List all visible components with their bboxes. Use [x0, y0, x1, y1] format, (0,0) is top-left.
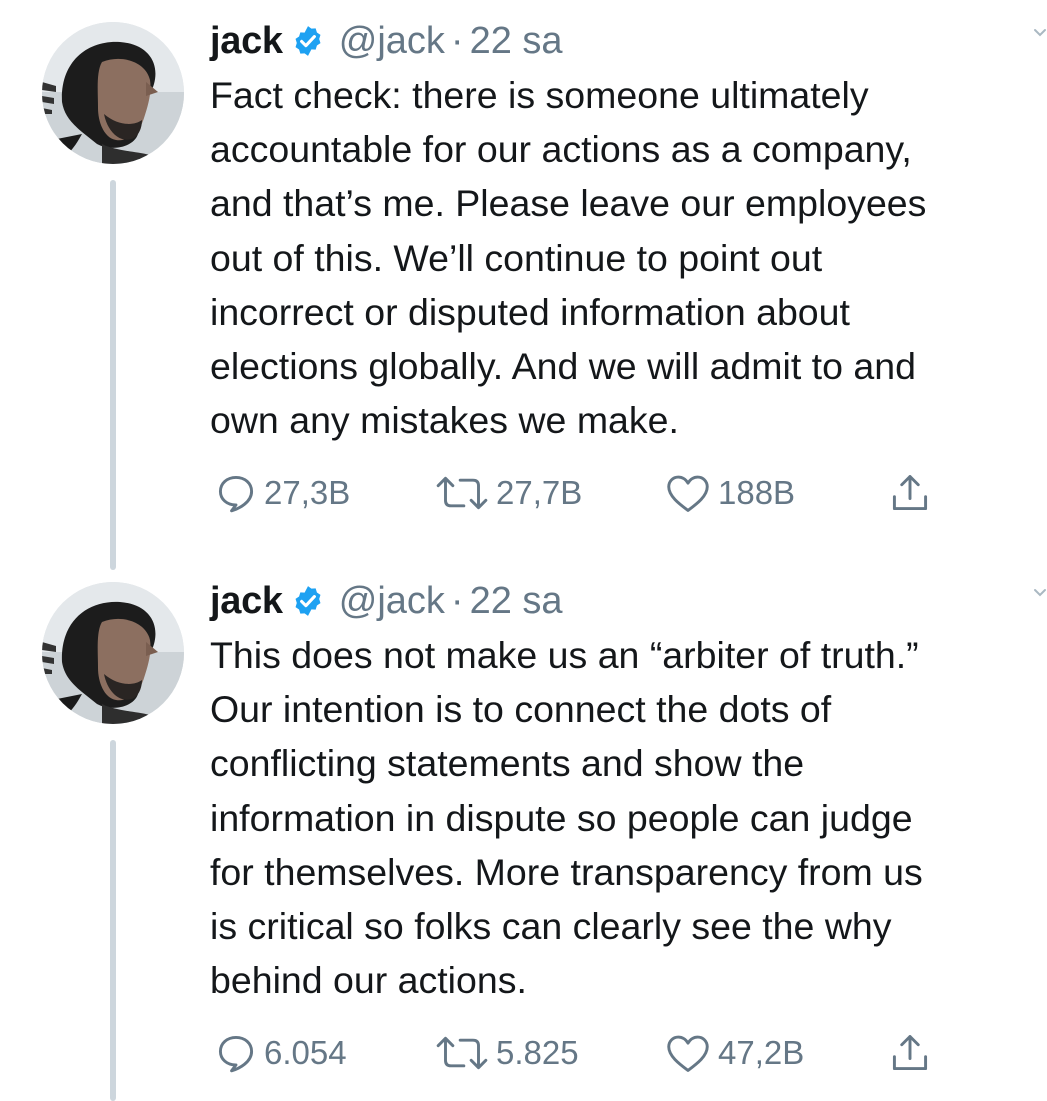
retweet-button[interactable]: 5.825 — [434, 1028, 579, 1078]
like-count: 47,2B — [718, 1034, 805, 1071]
retweet-button[interactable]: 27,7B — [434, 468, 582, 518]
tweet-1[interactable]: jack @jack · 22 sa Fact check: there is … — [0, 0, 1047, 570]
share-upload-icon — [892, 1035, 928, 1071]
tweet-2[interactable]: jack @jack · 22 sa This does not make us… — [0, 560, 1047, 1101]
tweet-text-line: conflicting statements and show the — [210, 742, 805, 785]
avatar-photo — [42, 22, 184, 164]
avatar-photo — [42, 582, 184, 724]
tweet-actions: 27,3B 27,7B 188B — [210, 468, 970, 518]
handle[interactable]: @jack — [339, 580, 445, 623]
tweet-text-line: behind our actions. — [210, 959, 527, 1002]
share-upload-icon — [892, 475, 928, 511]
tweet-text-line: out of this. We’ll continue to point out — [210, 236, 823, 279]
handle[interactable]: @jack — [339, 20, 445, 63]
tweet-text-line: accountable for our actions as a company… — [210, 128, 912, 171]
chevron-down-icon[interactable] — [1033, 586, 1047, 600]
timestamp[interactable]: 22 sa — [470, 580, 563, 623]
heart-outline-icon — [667, 475, 709, 512]
separator-dot: · — [450, 579, 464, 622]
tweet-actions: 6.054 5.825 47,2B — [210, 1028, 970, 1078]
share-button[interactable] — [888, 1028, 932, 1078]
display-name[interactable]: jack — [210, 20, 283, 63]
retweet-count: 5.825 — [496, 1034, 579, 1071]
chevron-down-icon[interactable] — [1033, 26, 1047, 40]
avatar[interactable] — [42, 582, 184, 724]
like-count: 188B — [718, 474, 796, 511]
like-button[interactable]: 47,2B — [664, 1028, 804, 1078]
like-button[interactable]: 188B — [664, 468, 795, 518]
reply-button[interactable]: 6.054 — [214, 1028, 347, 1078]
tweet-text: This does not make us an “arbiter of tru… — [210, 628, 1047, 1007]
share-button[interactable] — [888, 468, 932, 518]
reply-button[interactable]: 27,3B — [214, 468, 350, 518]
reply-count: 27,3B — [264, 474, 351, 511]
retweet-count: 27,7B — [496, 474, 583, 511]
tweet-text-line: and that’s me. Please leave our employee… — [210, 182, 927, 225]
tweet-text-line: elections globally. And we will admit to… — [210, 345, 916, 388]
tweet-header: jack @jack · 22 sa — [210, 574, 563, 628]
tweet-text-line: Fact check: there is someone ultimately — [210, 74, 869, 116]
reply-bubble-icon — [218, 475, 254, 513]
tweet-text: Fact check: there is someone ultimately … — [210, 68, 1047, 447]
tweet-text-line: This does not make us an “arbiter of tru… — [210, 634, 919, 676]
thread-line — [110, 740, 116, 1101]
tweet-text-line: information in dispute so people can jud… — [210, 796, 913, 839]
tweet-text-line: is critical so folks can clearly see the… — [210, 905, 892, 948]
reply-count: 6.054 — [264, 1034, 347, 1071]
thread-line — [110, 180, 116, 570]
tweet-text-line: Our intention is to connect the dots of — [210, 688, 832, 731]
retweet-arrows-icon — [436, 1036, 488, 1070]
separator-dot: · — [450, 19, 464, 62]
retweet-arrows-icon — [436, 476, 488, 510]
timestamp[interactable]: 22 sa — [470, 20, 563, 63]
reply-bubble-icon — [218, 1035, 254, 1073]
tweet-text-line: incorrect or disputed information about — [210, 290, 850, 333]
tweet-text-line: own any mistakes we make. — [210, 399, 679, 442]
display-name[interactable]: jack — [210, 580, 283, 623]
avatar[interactable] — [42, 22, 184, 164]
verified-badge-icon — [291, 24, 325, 58]
heart-outline-icon — [667, 1035, 709, 1072]
tweet-header: jack @jack · 22 sa — [210, 14, 563, 68]
tweet-text-line: for themselves. More transparency from u… — [210, 850, 923, 893]
verified-badge-icon — [291, 584, 325, 618]
